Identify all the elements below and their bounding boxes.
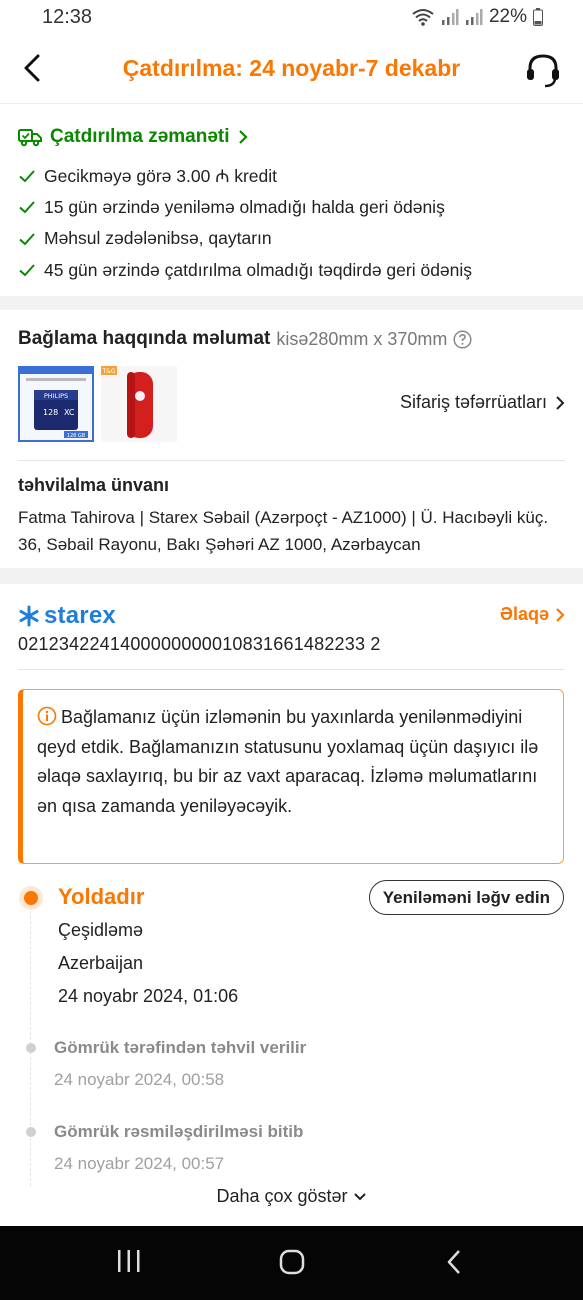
page-header: Çatdırılma: 24 noyabr-7 dekabr: [0, 36, 583, 104]
current-status-location: Azerbaijan: [58, 953, 144, 973]
chevron-right-icon: [556, 395, 565, 410]
status-icons: 22%: [411, 6, 543, 28]
recent-apps-button[interactable]: [116, 1248, 142, 1279]
timeline-dot: [26, 1043, 36, 1053]
starex-star-icon: [19, 605, 39, 627]
current-status-detail: Çeşidləmə: [58, 920, 144, 940]
svg-text:128: 128: [43, 408, 58, 417]
timeline-connector: [30, 896, 31, 1186]
timeline-event-time: 24 noyabr 2024, 00:57: [54, 1154, 225, 1173]
status-time: 12:38: [42, 6, 93, 28]
memory-card-image: PHILIPS 128 XC 128 GB: [20, 368, 92, 439]
thumbnail-tag-text: T&G: [102, 368, 116, 375]
order-details-label: Sifariş təfərrüatları: [399, 392, 547, 412]
chevron-down-icon: [353, 1193, 366, 1201]
guarantee-item-text: Məhsul zədələnibsə, qaytarın: [44, 228, 272, 249]
package-size: kisə280mm x 370mm: [276, 328, 448, 349]
contact-label: Əlaqə: [499, 604, 549, 624]
product-thumbnail-memory-card[interactable]: PHILIPS 128 XC 128 GB: [18, 366, 94, 442]
recent-apps-icon: [118, 1250, 140, 1272]
system-navigation-bar: [0, 1226, 583, 1300]
guarantee-item-text: Gecikməyə görə 3.00 ₼ kredit: [44, 165, 278, 186]
help-icon[interactable]: [453, 329, 472, 349]
timeline-dot: [26, 1127, 36, 1137]
battery-icon: [533, 8, 543, 26]
package-info-section: Bağlama haqqında məlumat kisə280mm x 370…: [0, 310, 583, 568]
back-arrow-icon: [447, 1250, 460, 1274]
carrier-name: starex: [44, 602, 116, 629]
guarantee-item: Gecikməyə görə 3.00 ₼ kredit: [18, 160, 472, 192]
thumbnail-brand-text: PHILIPS: [44, 392, 68, 400]
chevron-right-icon: [556, 607, 565, 622]
wifi-icon: [412, 9, 434, 26]
check-icon: [19, 233, 35, 246]
svg-text:XC: XC: [64, 408, 75, 417]
timeline-current-dot: [19, 886, 43, 910]
delivery-address: Fatma Tahirova | Starex Səbail (Azərpoçt…: [18, 508, 549, 554]
system-back-button[interactable]: [444, 1248, 464, 1281]
product-thumbnail-speaker[interactable]: T&G: [101, 366, 177, 442]
delivery-guarantee-title: Çatdırılma zəmanəti: [50, 126, 230, 147]
back-button[interactable]: [18, 50, 48, 86]
truck-shield-icon: [18, 129, 42, 147]
guarantee-item: 45 gün ərzində çatdırılma olmadığı təqdi…: [18, 255, 472, 287]
starex-logo: starex: [18, 602, 116, 630]
package-heading: Bağlama haqqında məlumat kisə280mm x 370…: [18, 328, 472, 350]
divider: [18, 669, 565, 670]
chevron-right-icon: [238, 130, 248, 144]
carrier-tracking-section: starex Əlaqə 021234224140000000001083166…: [0, 584, 583, 1226]
notice-text: Bağlamanız üçün izləmənin bu yaxınlarda …: [37, 707, 539, 816]
delivery-guarantee-section: Çatdırılma zəmanəti Gecikməyə görə 3.00 …: [0, 104, 583, 296]
headset-icon: [527, 54, 559, 88]
battery-percent: 22%: [488, 6, 527, 27]
contact-carrier-link[interactable]: Əlaqə: [500, 604, 565, 625]
check-icon: [19, 201, 35, 214]
show-more-label: Daha çox göstər: [216, 1186, 348, 1206]
current-status-time: 24 noyabr 2024, 01:06: [58, 986, 239, 1006]
tracking-notice: Bağlamanız üçün izləmənin bu yaxınlarda …: [18, 689, 564, 864]
guarantee-item-text: 15 gün ərzində yeniləmə olmadığı halda g…: [44, 196, 445, 217]
chevron-left-icon: [24, 54, 40, 82]
section-divider: [0, 568, 583, 584]
guarantee-item-text: 45 gün ərzində çatdırılma olmadığı təqdi…: [44, 259, 473, 280]
show-more-button[interactable]: Daha çox göstər: [0, 1186, 583, 1207]
guarantee-item: 15 gün ərzində yeniləmə olmadığı halda g…: [18, 192, 472, 224]
tracking-number[interactable]: 0212342241400000000010831661482233 2: [18, 634, 381, 655]
order-details-link[interactable]: Sifariş təfərrüatları: [400, 392, 565, 413]
thumbnail-capacity-text: 128 GB: [67, 433, 86, 439]
section-divider: [0, 296, 583, 310]
home-icon: [279, 1249, 305, 1275]
check-icon: [19, 264, 35, 277]
guarantee-item: Məhsul zədələnibsə, qaytarın: [18, 223, 472, 255]
page-title: Çatdırılma: 24 noyabr-7 dekabr: [122, 55, 461, 81]
home-button[interactable]: [278, 1248, 306, 1281]
signal-icon: [441, 9, 459, 25]
timeline-event-title: Gömrük tərəfindən təhvil verilir: [54, 1038, 307, 1057]
signal-icon-2: [465, 9, 483, 25]
delivery-guarantee-link[interactable]: Çatdırılma zəmanəti: [18, 126, 248, 148]
check-icon: [19, 170, 35, 183]
cancel-update-button[interactable]: Yeniləməni ləğv edin: [368, 880, 564, 915]
timeline-event-time: 24 noyabr 2024, 00:58: [54, 1070, 225, 1089]
delivery-address-title: təhvilalma ünvanı: [18, 475, 170, 495]
package-heading-title: Bağlama haqqında məlumat: [18, 328, 271, 349]
timeline-event-title: Gömrük rəsmiləşdirilməsi bitib: [54, 1122, 304, 1141]
customer-support-button[interactable]: [523, 50, 563, 90]
divider: [18, 460, 565, 461]
current-status: Yoldadır: [58, 884, 145, 909]
status-bar: 12:38 22%: [0, 0, 583, 36]
red-speaker-image: T&G: [101, 366, 153, 438]
info-icon: [37, 706, 57, 726]
guarantee-list: Gecikməyə görə 3.00 ₼ kredit 15 gün ərzi…: [18, 160, 472, 286]
